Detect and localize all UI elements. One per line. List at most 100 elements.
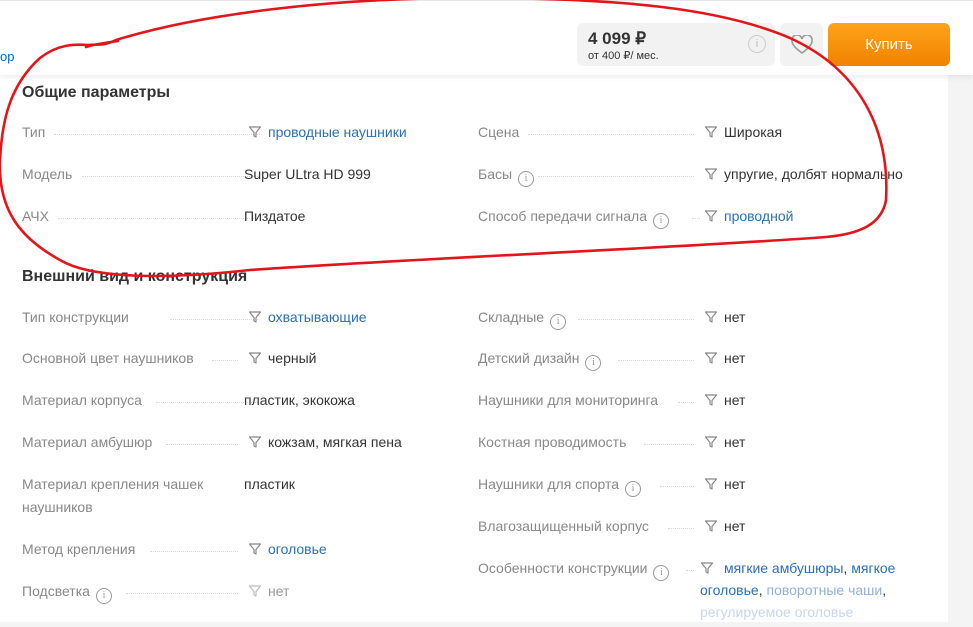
spec-row: Детский дизайн i нет — [478, 347, 928, 387]
spec-label: Влагозащищенный корпус — [478, 518, 649, 534]
spec-value-link[interactable]: мягкие амбушюры — [724, 560, 843, 576]
spec-row: Складные i нет — [478, 306, 928, 346]
spec-row: Наушники для мониторинга нет — [478, 389, 928, 429]
spec-row: Материал амбушюр кожзам, мягкая пена — [22, 431, 442, 471]
info-icon[interactable]: i — [550, 314, 567, 330]
filter-icon[interactable] — [704, 125, 718, 139]
spec-label: Складные i — [478, 306, 567, 330]
spec-row: Влагозащищенный корпус нет — [478, 515, 928, 555]
spec-value: нет — [724, 518, 746, 534]
spec-label: Басы i — [478, 163, 535, 187]
spec-value: нет — [724, 350, 746, 366]
info-icon[interactable]: i — [748, 35, 766, 53]
leader-dots — [58, 218, 258, 219]
spec-value: упругие, долбят нормально — [724, 166, 903, 182]
spec-label: Материал корпуса — [22, 392, 142, 408]
spec-value-link[interactable]: охватывающие — [268, 306, 367, 329]
leader-dots — [644, 444, 694, 445]
spec-row: Основной цвет наушников черный — [22, 347, 442, 387]
spec-row: Материал крепления чашек наушников пласт… — [22, 473, 442, 523]
spec-value: нет — [724, 392, 746, 408]
wishlist-button[interactable] — [780, 23, 823, 66]
info-icon[interactable]: i — [585, 355, 602, 371]
info-icon[interactable]: i — [653, 213, 670, 229]
leader-dots — [686, 570, 694, 571]
info-icon[interactable]: i — [95, 588, 112, 604]
spec-value-link[interactable]: оголовье — [268, 538, 327, 561]
spec-value-link[interactable]: поворотные чаши — [766, 582, 882, 598]
spec-row: Подсветка i нет — [22, 580, 442, 620]
spec-value: пластик — [244, 476, 295, 492]
spec-label: Метод крепления — [22, 541, 136, 557]
section-title-general: Общие параметры — [22, 84, 171, 101]
spec-value-link[interactable]: проводные наушники — [268, 121, 407, 144]
spec-row: Метод крепления оголовье — [22, 538, 442, 578]
filter-icon[interactable] — [248, 125, 262, 139]
leader-dots — [166, 444, 238, 445]
spec-label: АЧХ — [22, 208, 49, 224]
spec-label: Основной цвет наушников — [22, 350, 194, 366]
info-icon[interactable]: i — [653, 565, 670, 581]
spec-label: Материал крепления чашек наушников — [22, 476, 204, 515]
filter-icon[interactable] — [704, 351, 718, 365]
spec-label: Способ передачи сигнала i — [478, 205, 670, 229]
spec-label: Костная проводимость — [478, 434, 627, 450]
spec-row: Сцена Широкая — [478, 121, 928, 161]
spec-label: Подсветка i — [22, 580, 112, 604]
spec-row: Способ передачи сигнала i проводной — [478, 205, 928, 245]
filter-icon[interactable] — [248, 542, 262, 556]
leader-dots — [578, 319, 694, 320]
leader-dots — [528, 134, 694, 135]
filter-icon[interactable] — [700, 561, 714, 575]
info-icon[interactable]: i — [625, 481, 642, 497]
price-box: 4 099 ₽ от 400 ₽/ мес. i — [577, 23, 775, 66]
spec-value-link[interactable]: проводной — [724, 205, 793, 228]
spec-value: нет — [724, 476, 746, 492]
spec-value: Пиздатое — [244, 208, 306, 224]
filter-icon[interactable] — [248, 435, 262, 449]
spec-label: Наушники для мониторинга — [478, 392, 659, 408]
filter-icon[interactable] — [248, 351, 262, 365]
spec-row: Басы i упругие, долбят нормально — [478, 163, 928, 203]
leader-dots — [212, 360, 238, 361]
info-icon[interactable]: i — [518, 171, 535, 187]
leader-dots — [660, 486, 694, 487]
filter-icon[interactable] — [704, 393, 718, 407]
leader-dots — [156, 402, 258, 403]
spec-value: кожзам, мягкая пена — [268, 434, 402, 450]
spec-value-list: мягкие амбушюры, мягкое оголовье, поворо… — [700, 557, 925, 623]
spec-label: Тип — [22, 124, 46, 140]
spec-row: Наушники для спорта i нет — [478, 473, 928, 513]
spec-label-text: Наушники для спорта — [478, 476, 620, 492]
spec-label: Детский дизайн i — [478, 347, 602, 371]
spec-label-text: Подсветка — [22, 583, 90, 599]
spec-label-text: Особенности конструкции — [478, 560, 648, 576]
spec-value-link[interactable]: регулируемое оголовье — [700, 604, 853, 620]
leader-dots — [170, 319, 258, 320]
spec-label: Модель — [22, 166, 73, 182]
filter-icon[interactable] — [704, 477, 718, 491]
separator: , — [882, 582, 887, 598]
filter-icon[interactable] — [248, 584, 262, 598]
filter-icon[interactable] — [704, 519, 718, 533]
spec-row: Материал корпуса пластик, экокожа — [22, 389, 442, 429]
buy-button[interactable]: Купить — [828, 23, 950, 66]
leader-dots — [126, 593, 238, 594]
leader-dots — [82, 176, 258, 177]
spec-label: Особенности конструкции i — [478, 557, 670, 581]
filter-icon[interactable] — [704, 435, 718, 449]
filter-icon[interactable] — [704, 167, 718, 181]
leader-dots — [150, 551, 238, 552]
leader-dots — [54, 134, 262, 135]
spec-value: Широкая — [724, 124, 783, 140]
leader-dots — [538, 176, 694, 177]
spec-label: Сцена — [478, 124, 520, 140]
filter-icon[interactable] — [704, 310, 718, 324]
credit-price: от 400 ₽/ мес. — [588, 50, 659, 62]
filter-icon[interactable] — [704, 209, 718, 223]
spec-row: Костная проводимость нет — [478, 431, 928, 471]
breadcrumb-link[interactable]: ор — [0, 49, 14, 64]
spec-label-text: Способ передачи сигнала — [478, 208, 648, 224]
spec-row: Модель Super ULtra HD 999 — [22, 163, 442, 203]
filter-icon[interactable] — [248, 310, 262, 324]
